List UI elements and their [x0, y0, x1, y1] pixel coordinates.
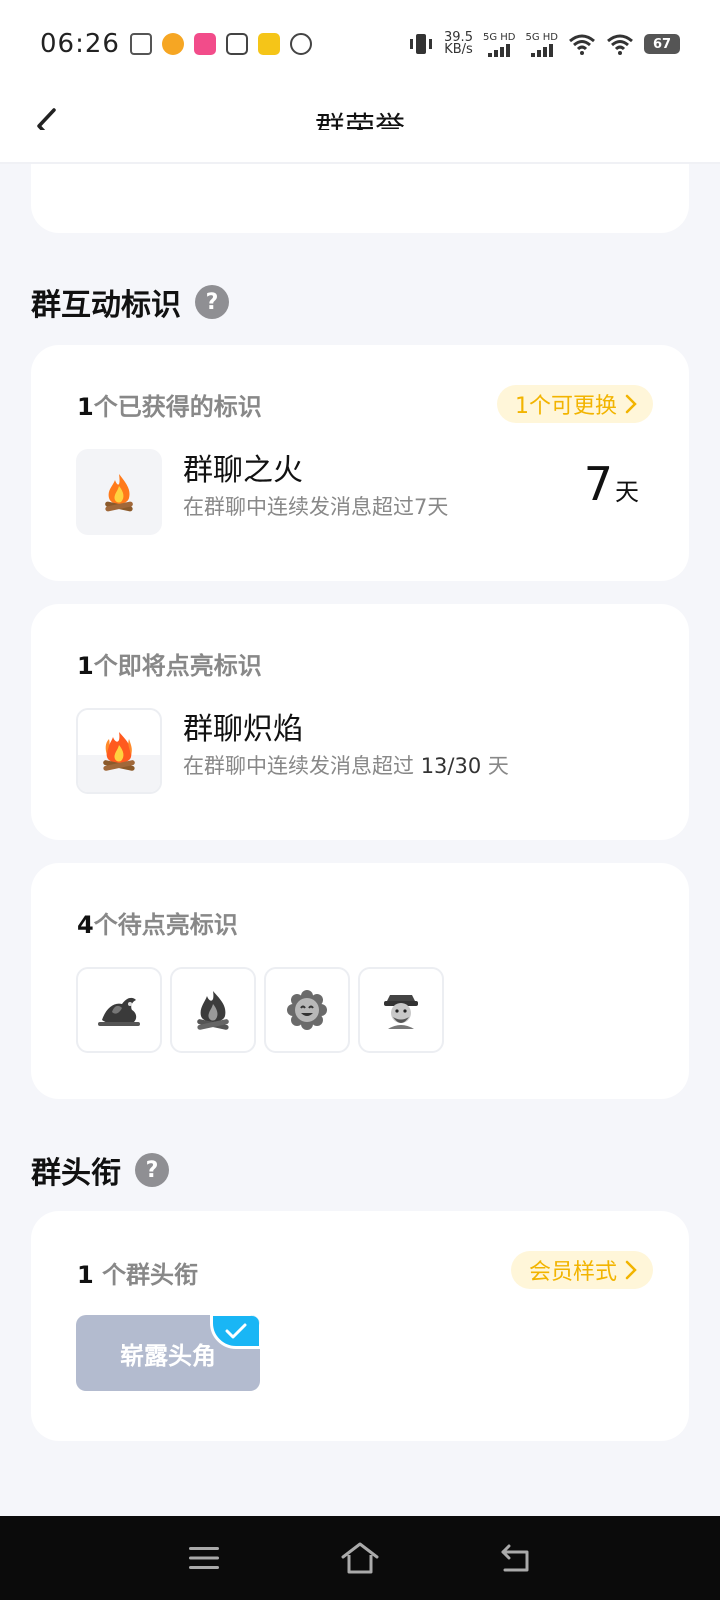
badge-desc: 在群聊中连续发消息超过 13/30 天 [183, 750, 509, 780]
interactive-section-title: 群互动标识 ? [31, 280, 229, 324]
chip-label: 崭露头角 [120, 1341, 216, 1370]
badge-campfire[interactable] [76, 449, 162, 535]
badge-name: 群聊炽焰 [183, 712, 303, 747]
badge-name: 群聊之火 [183, 453, 303, 488]
sim2-signal: 5G HD [525, 32, 558, 57]
sim1-signal: 5G HD [482, 31, 516, 57]
replace-badge-button[interactable]: 1个可更换 [497, 385, 653, 423]
obtained-badges-card: 1个已获得的标识 1个可更换 群聊之火 在群聊中连续发消息超过7天 7天 [31, 345, 689, 581]
pending-badge-dragon-fire[interactable] [76, 967, 162, 1053]
member-pill-label: 会员样式 [528, 1260, 617, 1285]
bonfire-icon [197, 991, 229, 1030]
hotspot-app-icon [129, 33, 152, 55]
sim2-label: 5G HD [525, 31, 558, 43]
days-value: 7 [583, 457, 613, 511]
status-bar: 06:26 39.5 KB/s 5G HD 5G HD 67 [0, 0, 720, 88]
header-shadow-cover [0, 162, 720, 164]
replace-pill-label: 1个可更换 [515, 394, 617, 419]
net-speed-unit: KB/s [444, 42, 473, 57]
member-style-button[interactable]: 会员样式 [510, 1251, 653, 1289]
days-unit: 天 [615, 478, 639, 506]
upcoming-label-text: 个即将点亮标识 [93, 652, 262, 680]
menu-icon [189, 1547, 219, 1569]
wifi-icon [569, 34, 595, 55]
group-title-chip[interactable]: 崭露头角 [76, 1315, 260, 1391]
home-icon [341, 1542, 379, 1574]
status-right: 39.5 KB/s 5G HD 5G HD 67 [408, 31, 680, 57]
pending-badge-bonfire[interactable] [170, 967, 256, 1053]
wifi-icon [607, 34, 633, 55]
fortune-god-icon [384, 995, 418, 1029]
pending-label: 4个待点亮标识 [77, 905, 238, 940]
home-nav-button[interactable] [337, 1535, 383, 1581]
selected-check-badge [210, 1315, 260, 1349]
upcoming-label: 1个即将点亮标识 [77, 646, 262, 681]
blazing-fire-icon [103, 732, 135, 771]
net-speed: 39.5 KB/s [444, 31, 473, 57]
chevron-right-icon [625, 394, 637, 414]
badge-desc: 在群聊中连续发消息超过7天 [183, 495, 449, 519]
back-nav-button[interactable] [493, 1535, 539, 1581]
status-time: 06:26 [40, 29, 120, 59]
badge-days: 7天 [584, 457, 639, 511]
pending-badge-fortune-god[interactable] [358, 967, 444, 1053]
music-app-icon [289, 33, 312, 55]
group-title-label-text: 个群头衔 [102, 1261, 199, 1289]
pending-count: 4 [77, 911, 94, 939]
help-icon[interactable]: ? [195, 285, 229, 319]
signal-bars-icon [530, 43, 553, 57]
chevron-right-icon [625, 1260, 637, 1280]
dragon-fire-icon [98, 997, 140, 1026]
upcoming-count: 1 [77, 652, 94, 680]
badge-blazing-fire[interactable] [76, 708, 162, 794]
group-title-card: 1 个群头衔 会员样式 崭露头角 [31, 1211, 689, 1441]
cartoon-app-icon [161, 33, 184, 55]
help-icon[interactable]: ? [135, 1153, 169, 1187]
group-title-section-title-text: 群头衔 [31, 1156, 121, 1191]
progress-text: 13/30 [420, 754, 482, 778]
pink-app-icon [193, 33, 216, 55]
battery-icon: 67 [644, 34, 680, 54]
signal-bars-icon [488, 43, 511, 57]
group-title-count: 1 [77, 1261, 94, 1289]
status-left: 06:26 [40, 29, 312, 59]
pending-badge-smiling-flower[interactable] [264, 967, 350, 1053]
desc-suffix: 天 [487, 754, 509, 778]
yellow-app-icon [257, 33, 280, 55]
group-title-label: 1 个群头衔 [77, 1255, 198, 1290]
obtained-count: 1 [77, 393, 94, 421]
group-title-section-title: 群头衔 ? [31, 1148, 169, 1192]
system-nav-bar [0, 1516, 720, 1600]
top-card [31, 130, 689, 233]
upcoming-badges-card: 1个即将点亮标识 群聊炽焰 在群聊中连续发消息超过 13/30 天 [31, 604, 689, 840]
smiling-flower-icon [287, 990, 327, 1030]
checkmark-icon [225, 1323, 247, 1339]
pending-label-text: 个待点亮标识 [93, 911, 238, 939]
obtained-label-text: 个已获得的标识 [93, 393, 262, 421]
return-icon [501, 1544, 529, 1572]
pending-badges-card: 4个待点亮标识 [31, 863, 689, 1099]
campfire-icon [105, 474, 133, 512]
menu-nav-button[interactable] [181, 1535, 227, 1581]
interactive-section-title-text: 群互动标识 [31, 288, 181, 323]
obtained-label: 1个已获得的标识 [77, 387, 262, 422]
search-app-icon [225, 33, 248, 55]
sim1-label: 5G HD [482, 31, 516, 43]
vibrate-icon [410, 34, 433, 54]
desc-prefix: 在群聊中连续发消息超过 [183, 754, 414, 778]
